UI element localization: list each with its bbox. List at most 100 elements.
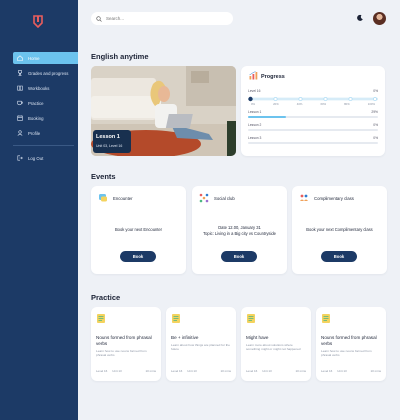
practice-meta: Level 16 Unit 13 10 mins	[246, 369, 306, 373]
practice-unit: Unit 13	[187, 369, 197, 373]
practice-title-text: Might have	[246, 335, 269, 340]
checklist-icon	[322, 314, 330, 323]
lesson-hero-image[interactable]: Lesson 1 Unit 03, Level 16	[91, 66, 236, 156]
practice-meta: Level 16 Unit 13 10 mins	[96, 369, 156, 373]
lesson-percent: 29%	[371, 110, 378, 114]
practice-card[interactable]: Nouns formed from phrasal verbs Learn ho…	[316, 307, 386, 381]
moon-icon[interactable]	[356, 14, 364, 22]
level-progress-row: Level 16 0%	[248, 89, 378, 93]
complimentary-class-icon	[300, 194, 308, 201]
practice-unit: Unit 13	[337, 369, 347, 373]
practice-duration: 10 mins	[145, 369, 156, 373]
level-tick: 100%	[367, 102, 375, 106]
event-description: Book your next Complimentary class	[306, 227, 373, 232]
practice-unit: Unit 13	[112, 369, 122, 373]
sidebar-nav: Home Grades and progress Workbooks Pract…	[13, 52, 78, 167]
practice-description: Learn how to use nouns formed from phras…	[321, 349, 372, 357]
level-label: Level 16	[248, 89, 261, 93]
search-input[interactable]	[106, 16, 216, 21]
cup-icon	[17, 100, 23, 106]
lesson-progress-row: Lesson 1 29%	[248, 110, 378, 114]
page-title: English anytime	[91, 52, 149, 61]
sidebar-item-label: Profile	[28, 130, 41, 136]
practice-description: Learn how to use nouns formed from phras…	[96, 349, 147, 357]
lesson-label: Lesson 2	[248, 123, 262, 127]
practice-unit: Unit 13	[262, 369, 272, 373]
practice-title-text: Nouns formed from phrasal verbs	[96, 335, 152, 346]
practice-title-text: Be + infinitive	[171, 335, 199, 340]
lesson-percent: 0%	[373, 123, 378, 127]
lesson-progress-bar	[248, 142, 378, 144]
practice-description: Learn more about solutions where somethi…	[246, 343, 301, 351]
event-topic: Topic: Living in a Big city vs Countrysi…	[203, 231, 276, 236]
encounter-icon	[99, 194, 107, 202]
lesson-progress-bar	[248, 129, 378, 131]
practice-description: Learn about how things are planned for t…	[171, 343, 230, 351]
practice-card[interactable]: Be + infinitive Learn about how things a…	[166, 307, 236, 381]
sidebar-item-label: Practice	[28, 100, 44, 106]
sidebar-item-label: Booking	[28, 115, 44, 121]
calendar-icon	[17, 115, 23, 121]
event-card-encounter: Encounter Book your next Encounter Book	[91, 186, 186, 274]
event-description: Book your next Encounter	[114, 227, 163, 232]
book-encounter-button[interactable]: Book	[120, 251, 156, 262]
lesson-progress-row: Lesson 2 0%	[248, 123, 378, 127]
sidebar-item-label: Workbooks	[28, 85, 50, 91]
lesson-title: Lesson 1	[96, 134, 120, 140]
sidebar: Home Grades and progress Workbooks Pract…	[0, 0, 78, 420]
event-title: Social club	[214, 196, 235, 201]
logout-label: Log Out	[28, 155, 44, 161]
level-tick: 80%	[344, 102, 350, 106]
sidebar-item-label: Home	[28, 55, 40, 61]
sidebar-item-workbooks[interactable]: Workbooks	[13, 82, 78, 94]
sidebar-divider	[13, 145, 74, 146]
trophy-icon	[18, 70, 22, 76]
book-complimentary-button[interactable]: Book	[321, 251, 357, 262]
checklist-icon	[172, 314, 180, 323]
level-tick: 0%	[251, 102, 256, 106]
sidebar-item-practice[interactable]: Practice	[13, 97, 78, 109]
practice-level: Level 16	[96, 369, 108, 373]
bar-chart-icon	[249, 71, 258, 80]
home-icon	[17, 55, 23, 61]
practice-level: Level 16	[171, 369, 183, 373]
search-bar[interactable]	[91, 12, 233, 25]
progress-card: Progress Level 16 0% 0% 20% 40% 60% 80% …	[241, 66, 385, 156]
practice-title-text: Nouns formed from phrasal verbs	[321, 335, 377, 346]
logout-button[interactable]: Log Out	[13, 152, 78, 164]
practice-level: Level 16	[321, 369, 333, 373]
book-social-club-button[interactable]: Book	[221, 251, 257, 262]
lesson-label: Lesson 1	[248, 110, 262, 114]
social-club-icon	[199, 193, 209, 203]
sidebar-item-home[interactable]: Home	[13, 52, 78, 64]
progress-title: Progress	[261, 74, 285, 80]
sidebar-item-label: Grades and progress	[28, 70, 69, 76]
logo-icon[interactable]	[33, 15, 43, 28]
level-percent: 0%	[373, 89, 378, 93]
practice-duration: 10 mins	[370, 369, 381, 373]
sidebar-item-profile[interactable]: Profile	[13, 127, 78, 139]
lesson-progress-bar	[248, 116, 378, 118]
practice-card[interactable]: Nouns formed from phrasal verbs Learn ho…	[91, 307, 161, 381]
lesson-percent: 0%	[373, 136, 378, 140]
event-card-social-club: Social club Date 12.00, January 31 Topic…	[192, 186, 287, 274]
lesson-badge[interactable]: Lesson 1 Unit 03, Level 16	[93, 130, 131, 153]
lesson-meta: Unit 03, Level 16	[96, 144, 123, 148]
practice-meta: Level 16 Unit 13 10 mins	[321, 369, 381, 373]
user-icon	[17, 130, 23, 136]
avatar[interactable]	[373, 12, 386, 25]
book-icon	[17, 85, 23, 91]
sidebar-item-grades[interactable]: Grades and progress	[13, 67, 78, 79]
level-ticks: 0% 20% 40% 60% 80% 100%	[251, 102, 375, 106]
practice-title: Practice	[91, 293, 121, 302]
checklist-icon	[247, 314, 255, 323]
event-title: Encounter	[113, 196, 133, 201]
lesson-label: Lesson 3	[248, 136, 262, 140]
event-card-complimentary: Complimentary class Book your next Compl…	[292, 186, 387, 274]
sidebar-item-booking[interactable]: Booking	[13, 112, 78, 124]
practice-card[interactable]: Might have Learn more about solutions wh…	[241, 307, 311, 381]
practice-level: Level 16	[246, 369, 258, 373]
logout-icon	[17, 155, 23, 161]
level-tick: 60%	[320, 102, 327, 106]
level-tick: 20%	[273, 102, 279, 106]
